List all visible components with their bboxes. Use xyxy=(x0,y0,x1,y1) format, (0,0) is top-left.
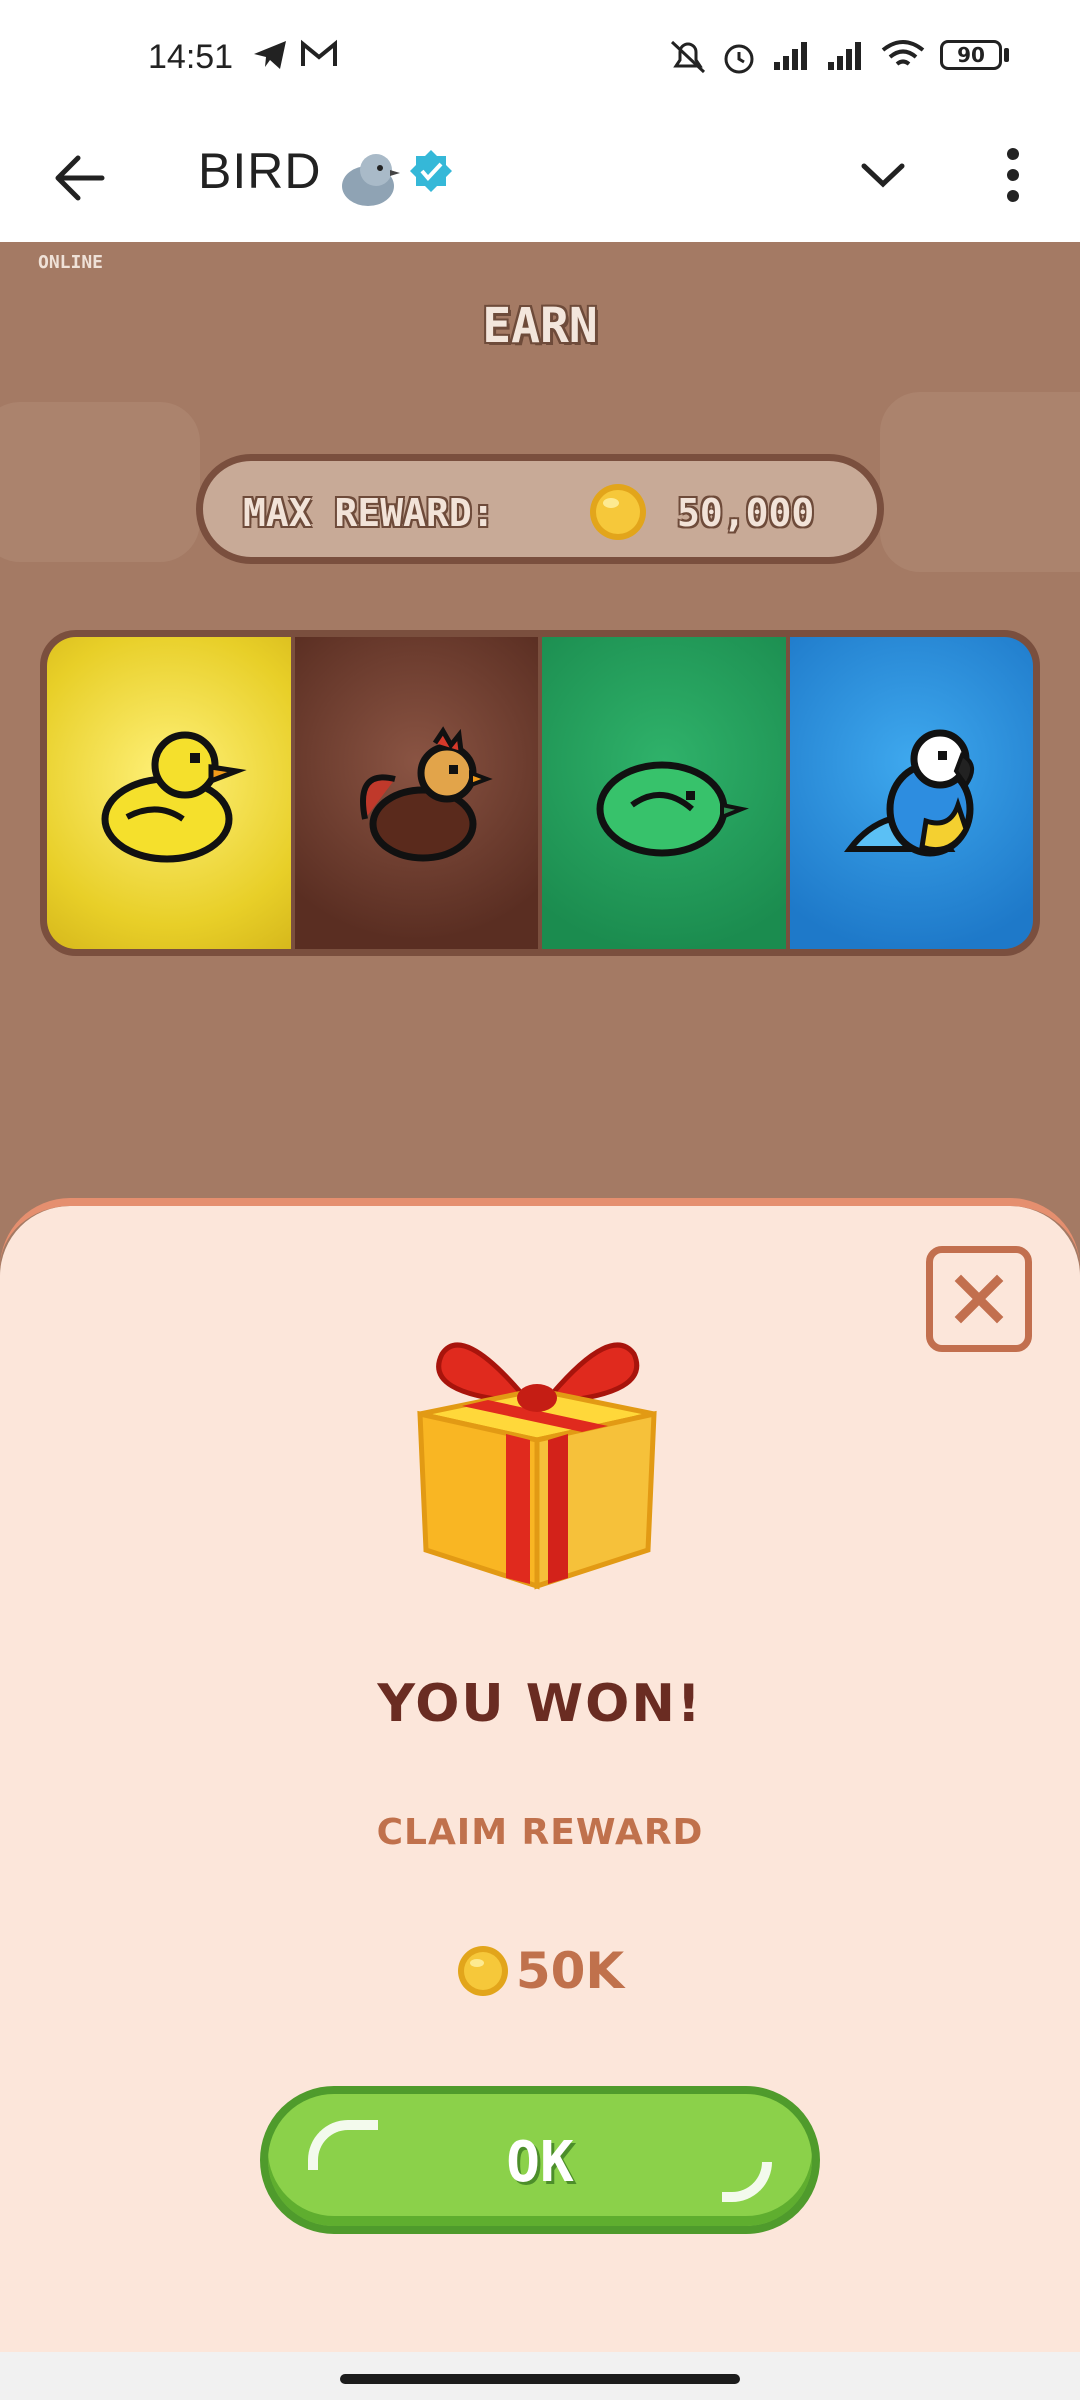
verified-badge-icon xyxy=(410,150,452,192)
coin-icon xyxy=(590,484,646,540)
online-label: ONLINE xyxy=(38,252,104,273)
signal-icon-2 xyxy=(828,42,861,70)
coin-icon xyxy=(457,1946,508,1996)
system-nav-bar xyxy=(0,2352,1080,2400)
game-area: ONLINE EARN MAX REWARD: 50,000 YOU WON! … xyxy=(0,242,1080,2352)
close-icon xyxy=(954,1274,1004,1324)
reward-bottom-sheet: YOU WON! CLAIM REWARD 50K OK xyxy=(0,1198,1080,2352)
close-button[interactable] xyxy=(926,1246,1032,1352)
more-menu-icon[interactable] xyxy=(990,140,1036,210)
mute-icon xyxy=(670,40,706,74)
battery-icon: 90 xyxy=(940,40,1002,70)
claim-reward-label: CLAIM REWARD xyxy=(376,1812,704,1853)
cloud-decoration xyxy=(880,392,1080,572)
featured-birds-strip xyxy=(40,630,1040,956)
wifi-icon xyxy=(881,40,925,66)
featured-card-rooster[interactable] xyxy=(294,637,538,949)
home-gesture-handle[interactable] xyxy=(340,2374,740,2384)
chevron-down-icon[interactable] xyxy=(850,142,916,208)
rooster-icon xyxy=(359,726,493,862)
max-reward-value: 50,000 xyxy=(677,491,815,535)
back-arrow-icon[interactable] xyxy=(44,142,116,214)
battery-tip xyxy=(1004,48,1009,62)
chat-title[interactable]: BIRD xyxy=(198,142,321,200)
app-header: BIRD xyxy=(0,120,1080,242)
ok-button-label: OK xyxy=(506,2130,574,2195)
featured-card-green-bird[interactable] xyxy=(542,637,786,949)
featured-card-macaw[interactable] xyxy=(789,637,1033,949)
signal-icon xyxy=(774,42,807,70)
featured-card-duck[interactable] xyxy=(47,637,291,949)
telegram-icon xyxy=(254,41,286,69)
duck-icon xyxy=(101,731,247,863)
ok-button[interactable]: OK xyxy=(260,2086,820,2234)
reward-amount-value: 50K xyxy=(515,1942,625,2000)
reward-amount: 50K xyxy=(0,1942,1080,2000)
battery-level: 90 xyxy=(957,43,985,67)
bird-emoji-icon xyxy=(342,154,400,206)
max-reward-panel: MAX REWARD: 50,000 xyxy=(196,454,884,564)
cloud-decoration xyxy=(0,402,200,562)
status-time: 14:51 xyxy=(148,38,234,76)
status-bar: 14:51 90 xyxy=(0,0,1080,120)
green-bird-icon xyxy=(596,761,749,857)
max-reward-label: MAX REWARD: xyxy=(243,491,495,535)
you-won-heading: YOU WON! xyxy=(377,1674,703,1734)
alarm-icon xyxy=(724,44,754,74)
gmail-icon xyxy=(301,39,337,66)
screen-title: EARN xyxy=(482,298,598,354)
gift-box-icon xyxy=(417,1342,657,1590)
macaw-icon xyxy=(843,729,974,857)
